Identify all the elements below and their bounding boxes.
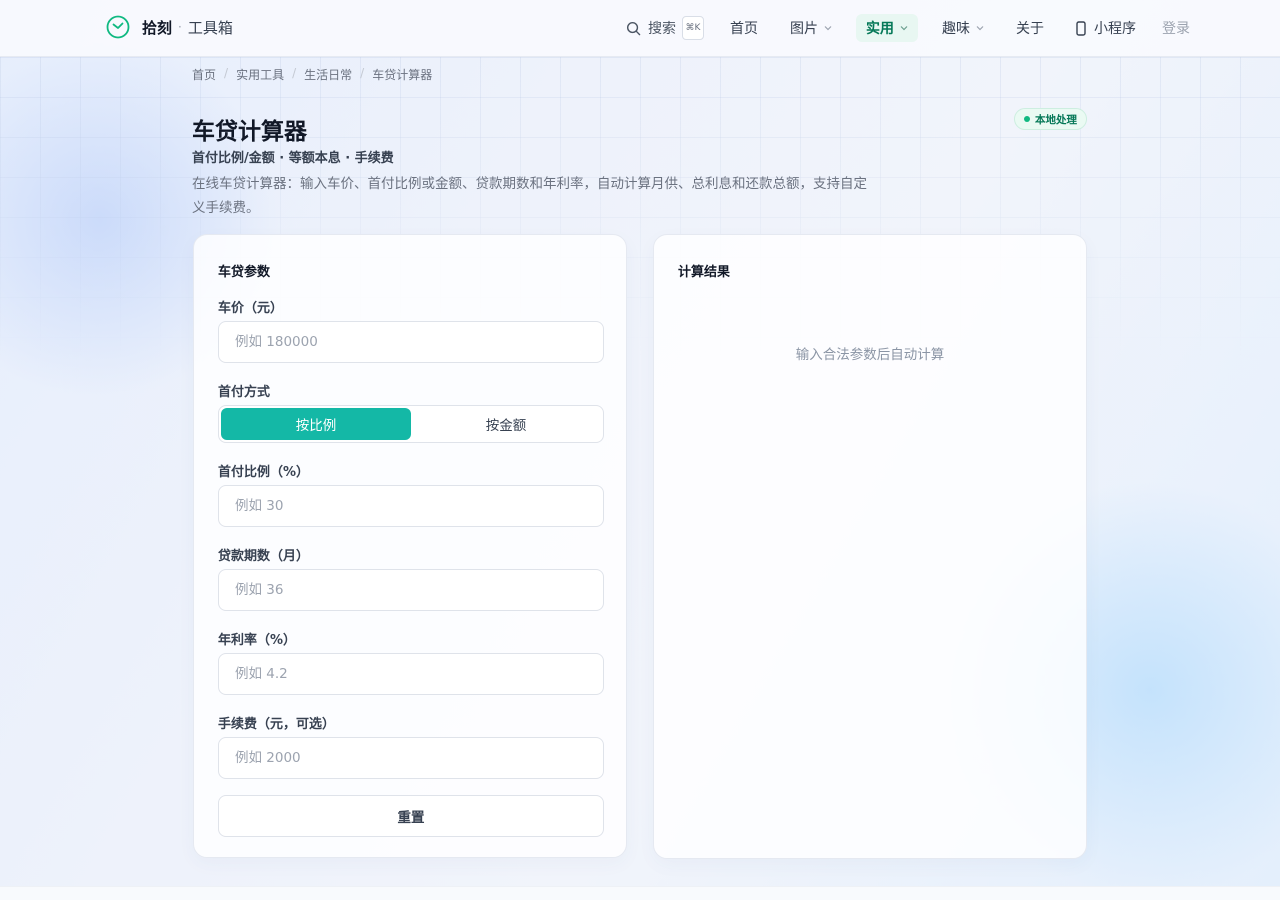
chevron-down-icon [976, 26, 984, 31]
nav-fun[interactable]: 趣味 [932, 14, 994, 42]
brand-separator: · [178, 20, 182, 34]
chevron-down-icon [824, 26, 832, 31]
search-icon [626, 21, 641, 35]
phone-icon [1076, 20, 1086, 36]
down-ratio-input[interactable] [218, 485, 604, 527]
nav-images[interactable]: 图片 [780, 14, 842, 42]
mode-ratio-button[interactable]: 按比例 [221, 408, 411, 440]
loan-params-card: 车贷参数 车价（元） 首付方式 按比例 按金额 首付比例（%） 贷款期数（月） … [193, 234, 627, 858]
result-title: 计算结果 [678, 265, 731, 280]
breadcrumb-current: 车贷计算器 [372, 68, 433, 82]
nav-mini-program-label: 小程序 [1094, 21, 1136, 37]
page-subtitle: 首付比例/金额 · 等额本息 · 手续费 [192, 151, 394, 166]
result-card: 计算结果 输入合法参数后自动计算 [653, 234, 1087, 859]
main-nav: 搜索 ⌘K 首页 图片 实用 趣味 关于 小程序 登录 [626, 14, 1190, 42]
down-payment-mode-toggle: 按比例 按金额 [218, 405, 604, 443]
result-empty-hint: 输入合法参数后自动计算 [795, 347, 945, 363]
breadcrumb-separator: / [292, 66, 297, 80]
brand[interactable]: 拾刻 · 工具箱 [106, 15, 233, 39]
search-shortcut: ⌘K [682, 16, 704, 40]
search-label: 搜索 [648, 21, 676, 37]
local-processing-badge: 本地处理 [1014, 108, 1087, 130]
loan-term-input[interactable] [218, 569, 604, 611]
nav-practical[interactable]: 实用 [856, 14, 918, 42]
breadcrumb-practical-tools[interactable]: 实用工具 [236, 66, 284, 83]
breadcrumb-separator: / [360, 66, 365, 80]
login-link[interactable]: 登录 [1162, 18, 1190, 38]
badge-label: 本地处理 [1035, 113, 1077, 126]
search-button[interactable]: 搜索 ⌘K [626, 16, 704, 40]
nav-home[interactable]: 首页 [720, 14, 768, 42]
breadcrumb-daily-life[interactable]: 生活日常 [304, 66, 352, 83]
car-price-label: 车价（元） [218, 301, 284, 316]
fee-input[interactable] [218, 737, 604, 779]
nav-fun-label: 趣味 [942, 21, 970, 37]
top-navbar: 拾刻 · 工具箱 搜索 ⌘K 首页 图片 实用 趣味 关于 小程序 登录 [0, 0, 1280, 57]
down-ratio-label: 首付比例（%） [218, 465, 310, 480]
breadcrumb: 首页 / 实用工具 / 生活日常 / 车贷计算器 [192, 66, 432, 83]
annual-rate-input[interactable] [218, 653, 604, 695]
car-price-input[interactable] [218, 321, 604, 363]
nav-about-label: 关于 [1016, 21, 1044, 37]
down-payment-mode-label: 首付方式 [218, 385, 271, 400]
nav-images-label: 图片 [790, 21, 818, 37]
brand-subtitle: 工具箱 [187, 18, 233, 37]
clock-logo-icon [106, 15, 130, 39]
page-title: 车贷计算器 [192, 119, 307, 145]
loan-term-label: 贷款期数（月） [218, 549, 310, 564]
nav-about[interactable]: 关于 [1006, 14, 1054, 42]
reset-button[interactable]: 重置 [218, 795, 604, 837]
fee-label: 手续费（元，可选） [218, 717, 336, 732]
chevron-down-icon [900, 26, 908, 31]
nav-mini-program[interactable]: 小程序 [1066, 14, 1146, 42]
mode-amount-button[interactable]: 按金额 [411, 408, 601, 440]
status-dot-icon [1024, 116, 1030, 122]
breadcrumb-home[interactable]: 首页 [192, 66, 216, 83]
breadcrumb-separator: / [224, 66, 229, 80]
annual-rate-label: 年利率（%） [218, 633, 297, 648]
page-description: 在线车贷计算器：输入车价、首付比例或金额、贷款期数和年利率，自动计算月供、总利息… [192, 176, 867, 216]
nav-home-label: 首页 [730, 21, 758, 37]
nav-practical-label: 实用 [866, 21, 894, 37]
brand-name: 拾刻 [142, 18, 173, 37]
footer-strip [0, 886, 1280, 900]
loan-params-title: 车贷参数 [218, 265, 271, 280]
